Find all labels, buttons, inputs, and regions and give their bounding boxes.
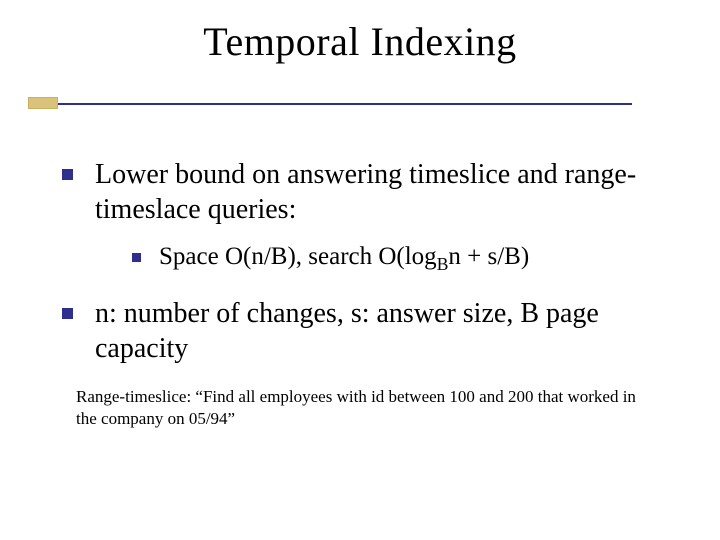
bullet-level1: n: number of changes, s: answer size, B … [62, 296, 662, 366]
bullet-text: n: number of changes, s: answer size, B … [95, 296, 662, 366]
bullet-level2: Space O(n/B), search O(logBn + s/B) [132, 241, 662, 274]
bullet-text: Space O(n/B), search O(logBn + s/B) [159, 241, 662, 274]
bullet-text: Lower bound on answering timeslice and r… [95, 157, 662, 227]
footnote-text: Range-timeslice: “Find all employees wit… [62, 386, 662, 432]
rule-line [38, 103, 632, 105]
square-bullet-icon [132, 253, 141, 262]
square-bullet-icon [62, 308, 73, 319]
title-rule [48, 101, 672, 111]
square-bullet-icon [62, 169, 73, 180]
text-part: n + s/B) [448, 243, 529, 270]
rule-accent-box [28, 97, 58, 109]
slide: Temporal Indexing Lower bound on answeri… [0, 0, 720, 540]
slide-title: Temporal Indexing [199, 18, 520, 65]
subscript: B [437, 254, 449, 274]
title-wrap: Temporal Indexing [48, 18, 672, 65]
bullet-level1: Lower bound on answering timeslice and r… [62, 157, 662, 227]
content-area: Lower bound on answering timeslice and r… [48, 157, 672, 431]
text-part: Space O(n/B), search O(log [159, 243, 437, 270]
